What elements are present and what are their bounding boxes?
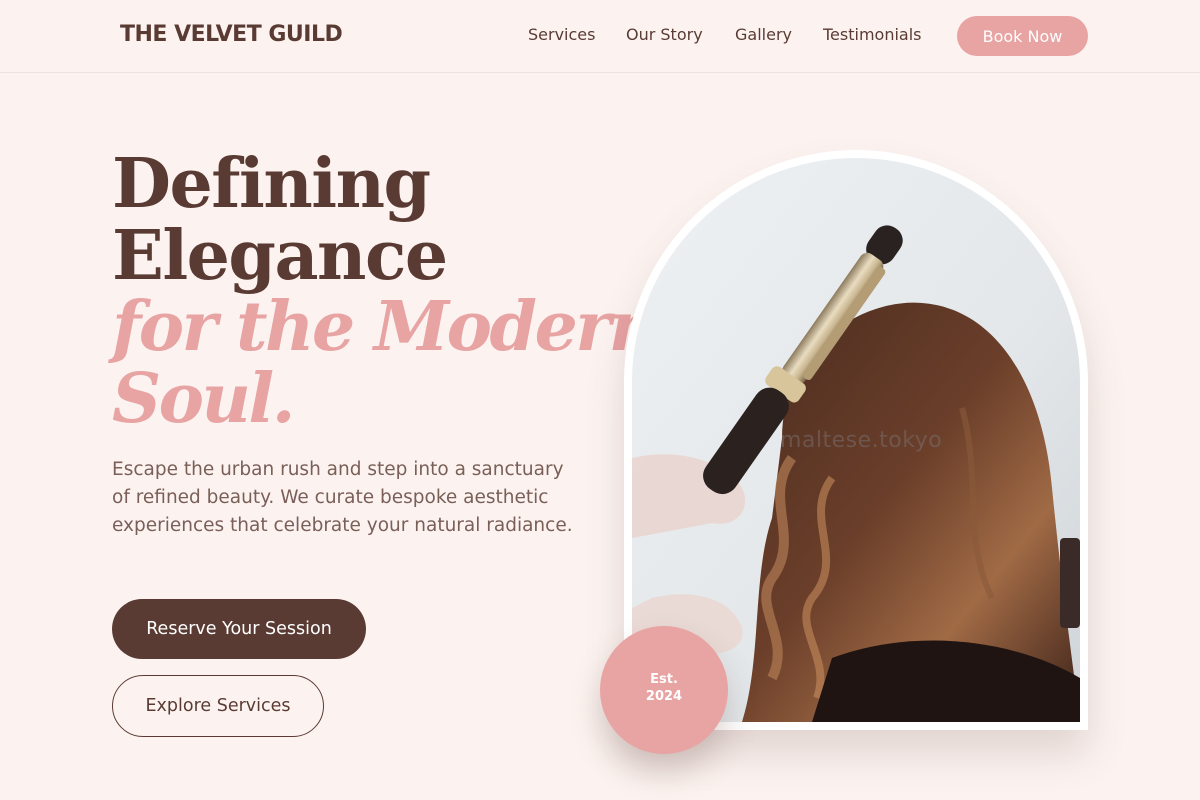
hero-title-accent-line-1: for the Modern xyxy=(112,287,658,367)
reserve-session-button[interactable]: Reserve Your Session xyxy=(112,599,366,659)
hero-title-accent-line-2: Soul. xyxy=(112,359,295,439)
hero-title-line-1: Defining xyxy=(112,144,431,224)
nav-link-testimonials[interactable]: Testimonials xyxy=(823,25,922,44)
hero-title-line-2: Elegance xyxy=(112,216,448,296)
established-year: 2024 xyxy=(645,689,683,704)
book-now-button[interactable]: Book Now xyxy=(957,16,1088,56)
nav-link-gallery[interactable]: Gallery xyxy=(735,25,792,44)
established-label: Est. xyxy=(650,672,678,687)
brand-logo[interactable]: THE VELVET GUILD xyxy=(120,22,343,47)
site-header: THE VELVET GUILD Services Our Story Gall… xyxy=(0,0,1200,73)
photo-watermark: maltese.tokyo xyxy=(780,428,943,453)
established-badge: Est. 2024 xyxy=(600,626,728,754)
explore-services-button[interactable]: Explore Services xyxy=(112,675,324,737)
nav-link-services[interactable]: Services xyxy=(528,25,595,44)
hero-lead-text: Escape the urban rush and step into a sa… xyxy=(112,459,573,536)
nav-link-our-story[interactable]: Our Story xyxy=(626,25,703,44)
